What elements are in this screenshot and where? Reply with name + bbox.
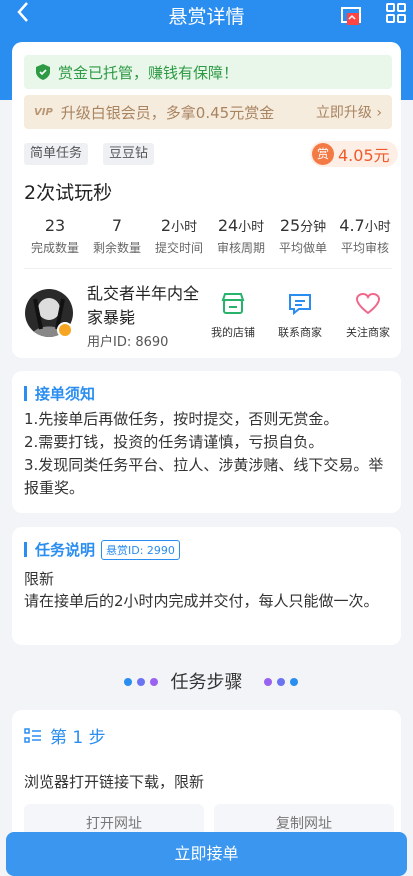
vip-text: 升级白银会员，多拿0.45元赏金 [60,103,275,122]
stat-avg-review: 4.7小时 平均审核 [330,216,400,256]
stat-unit: 分钟 [300,220,327,235]
stat-label: 平均做单 [278,241,327,255]
stat-value: 25 [279,216,301,235]
notice-line: 1.先接单后再做任务，按时提交，否则无赏金。 [24,410,339,428]
action-label: 联系商家 [278,326,322,339]
stat-label: 平均审核 [340,241,389,255]
gift-icon[interactable] [339,2,363,26]
chat-icon [289,294,311,316]
user-id: 用户ID: 8690 [87,335,169,350]
tag-doudouzuan: 豆豆钻 [103,143,155,165]
stat-value: 23 [44,216,66,235]
reward-amount: 4.05元 [338,146,390,165]
merchant-name: 乱交者半年内全家暴毙 [87,284,200,327]
list-icon [24,727,41,743]
vip-icon: VIP [34,106,53,118]
grid-menu-icon[interactable] [385,2,407,24]
notice-content: 1.先接单后再做任务，按时提交，否则无赏金。 2.需要打钱，投资的任务请谨慎，亏… [24,408,394,500]
stat-review-cycle: 24小时 审核周期 [206,216,276,256]
step-text: 浏览器打开链接下载，限新 [24,773,205,791]
stat-value: 7 [111,216,123,235]
stat-label: 完成数量 [30,241,79,255]
description-content: 限新 请在接单后的2小时内完成并交付，每人只能做一次。 [24,568,394,612]
description-line: 请在接单后的2小时内完成并交付，每人只能做一次。 [24,592,379,610]
description-title: 任务说明 悬赏ID: 2990 [24,539,180,560]
my-shop-button[interactable]: 我的店铺 [198,292,268,340]
stat-value: 24 [217,216,239,235]
step-heading: 第 1 步 [24,723,106,748]
stat-remaining: 7 剩余数量 [82,216,152,256]
escrow-text: 赏金已托管，赚钱有保障！ [58,63,239,82]
notice-line: 2.需要打钱，投资的任务请谨慎，亏损自负。 [24,433,324,451]
reward-badge: 赏 4.05元 [310,141,398,167]
stat-unit: 小时 [238,220,265,235]
vip-upgrade-banner[interactable]: VIP 升级白银会员，多拿0.45元赏金 立即升级 › [24,95,392,129]
task-title: 2次试玩秒 [24,182,113,204]
decor-dot [264,678,272,686]
stat-label: 审核周期 [216,241,265,255]
accept-task-button[interactable]: 立即接单 [6,832,407,876]
action-label: 关注商家 [346,326,390,339]
shop-icon [221,293,245,314]
upgrade-link[interactable]: 立即升级 › [316,102,382,122]
stat-unit: 小时 [364,220,391,235]
description-line: 限新 [24,570,55,588]
divider [24,268,392,269]
tag-simple-task: 简单任务 [24,143,89,165]
escrow-banner: 赏金已托管，赚钱有保障！ [24,55,392,89]
avatar-crown-badge [57,322,73,338]
task-id-badge: 悬赏ID: 2990 [101,539,180,560]
shield-check-icon [36,64,50,80]
stat-completed: 23 完成数量 [20,216,90,256]
stat-avg-work: 25分钟 平均做单 [268,216,338,256]
stat-label: 剩余数量 [92,241,141,255]
reward-coin-icon: 赏 [312,143,334,165]
top-bar: 悬赏详情 [0,0,413,30]
decor-dot [277,678,285,686]
stat-value: 4.7 [339,216,365,235]
notice-line: 3.发现同类任务平台、拉人、涉黄涉赌、线下交易。举报重奖。 [24,456,384,497]
steps-heading: 任务步骤 [170,672,243,693]
notice-title: 接单须知 [24,383,95,404]
action-label: 我的店铺 [211,326,255,339]
stat-label: 提交时间 [154,241,203,255]
heart-icon [355,292,381,315]
stat-unit: 小时 [171,220,198,235]
decor-dot [290,678,298,686]
stat-value: 2 [160,216,172,235]
stat-submit-time: 2小时 提交时间 [144,216,214,256]
contact-merchant-button[interactable]: 联系商家 [265,292,335,340]
follow-merchant-button[interactable]: 关注商家 [333,292,403,340]
